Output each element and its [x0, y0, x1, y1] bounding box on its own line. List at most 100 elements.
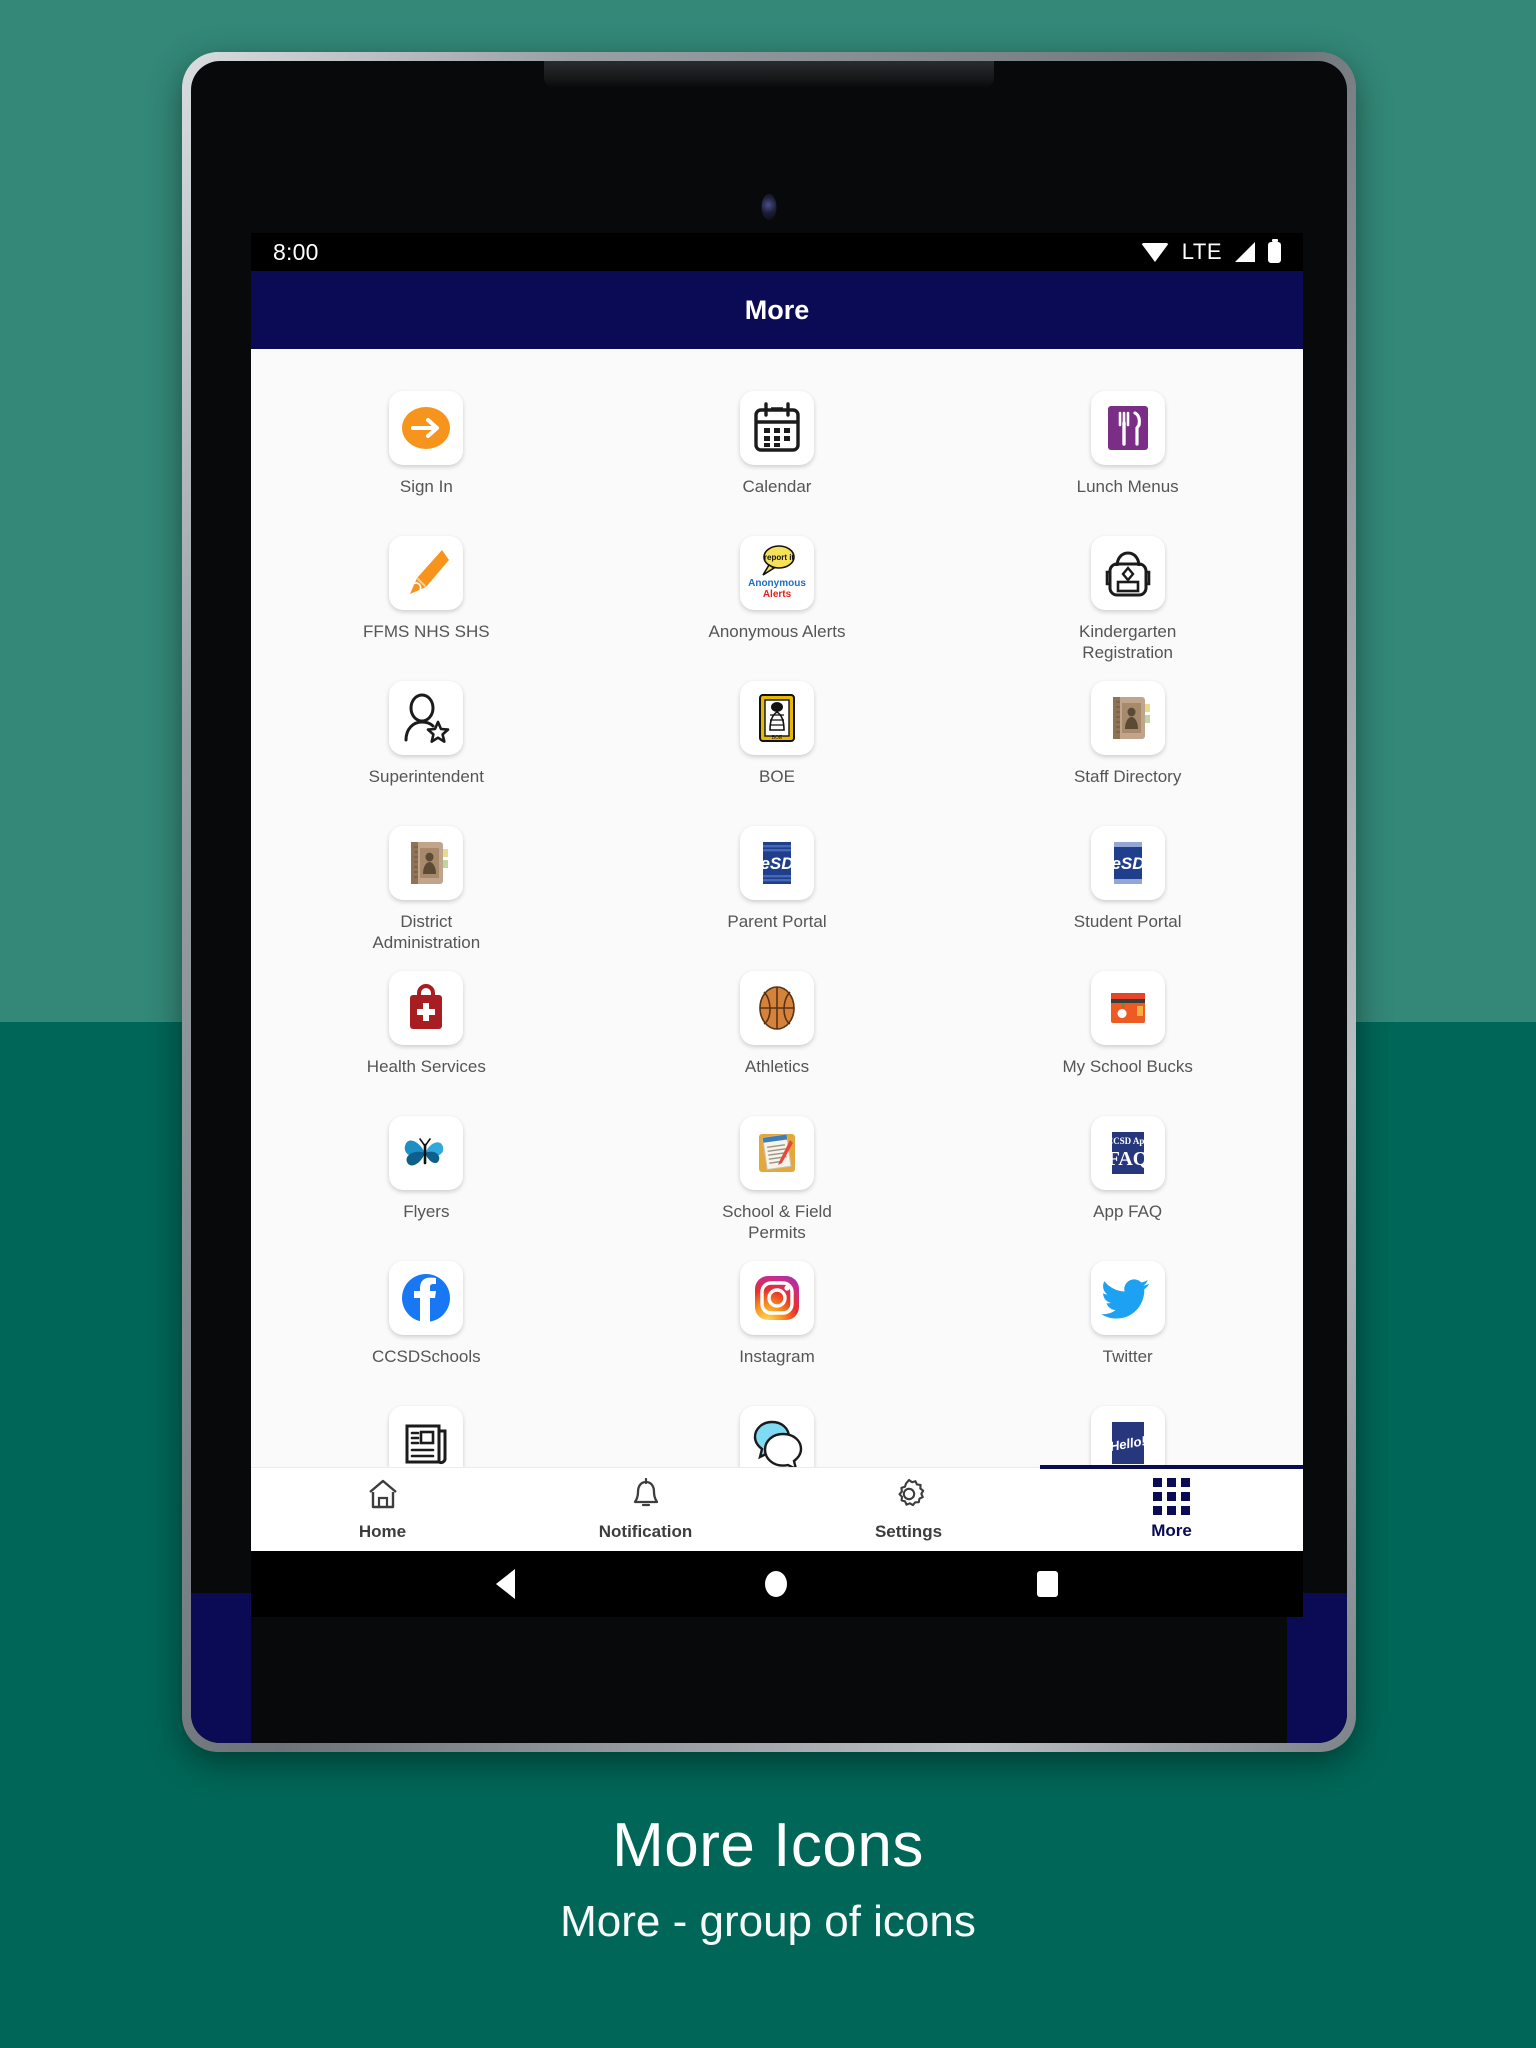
icon-grid-scroll-area[interactable]: Sign In Calendar Lunch Menus FFMS NHS SH…: [251, 349, 1303, 1467]
grid-item-hello[interactable]: Hello!: [952, 1394, 1303, 1467]
tab-label: Settings: [874, 1522, 943, 1541]
home-button[interactable]: [765, 1571, 787, 1597]
grid-item-parent-portal[interactable]: eSD Parent Portal: [602, 814, 953, 959]
grid-item-label: App FAQ: [1093, 1202, 1163, 1221]
backpack-icon: [1090, 536, 1165, 610]
status-bar: 8:00 LTE: [251, 233, 1303, 271]
grid-item-label: Parent Portal: [727, 912, 827, 931]
grid-item-student-portal[interactable]: eSD Student Portal: [952, 814, 1303, 959]
app-header: More: [251, 271, 1303, 349]
recent-apps-button[interactable]: [1037, 1571, 1058, 1597]
tab-home[interactable]: Home: [251, 1468, 514, 1551]
twitter-icon: [1090, 1261, 1165, 1335]
grid-item-calendar[interactable]: Calendar: [602, 379, 953, 524]
grid-item-athletics[interactable]: Athletics: [602, 959, 953, 1104]
grid-item-chat[interactable]: [602, 1394, 953, 1467]
caption-subtitle: More - group of icons: [560, 1897, 976, 1946]
svg-text:FAQ: FAQ: [1107, 1148, 1148, 1170]
tab-label: Notification: [598, 1522, 693, 1541]
grid-item-label: Instagram: [739, 1347, 815, 1366]
grid-item-district-administration[interactable]: District Administration: [251, 814, 602, 959]
grid-item-news[interactable]: [251, 1394, 602, 1467]
caption-title: More Icons: [612, 1811, 924, 1880]
signal-icon: [1235, 242, 1255, 262]
facebook-icon: [389, 1261, 464, 1335]
basketball-icon: [739, 971, 814, 1045]
svg-text:BOE: BOE: [772, 735, 783, 741]
grid-item-anonymous-alerts[interactable]: report it Anonymous Alerts Anonymous Ale…: [602, 524, 953, 669]
tab-settings[interactable]: Settings: [777, 1468, 1040, 1551]
grid-item-label: Kindergarten Registration: [1078, 622, 1177, 663]
tablet-device-frame: 8:00 LTE More Sign In Calendar Lunch Men…: [182, 52, 1356, 1752]
grid-item-label: Superintendent: [368, 767, 484, 786]
address-book-icon: [1090, 681, 1165, 755]
calendar-icon: [739, 391, 814, 465]
news-icon: [389, 1406, 464, 1467]
grid-item-label: Athletics: [744, 1057, 810, 1076]
grid-item-app-faq[interactable]: CCSD App FAQ App FAQ: [952, 1104, 1303, 1249]
network-type-label: LTE: [1181, 239, 1222, 264]
svg-text:eSD: eSD: [760, 854, 793, 873]
grid-item-ffms-nhs-shs[interactable]: FFMS NHS SHS: [251, 524, 602, 669]
chat-bubbles-icon: [739, 1406, 814, 1467]
grid-item-flyers[interactable]: Flyers: [251, 1104, 602, 1249]
esd-icon: eSD: [739, 826, 814, 900]
svg-text:CCSD App: CCSD App: [1106, 1136, 1149, 1146]
grid-item-label: School & Field Permits: [722, 1202, 832, 1243]
grid-item-boe[interactable]: BOE BOE: [602, 669, 953, 814]
tabbar-navy-fill-left: [191, 1593, 251, 1743]
grid-item-label: Calendar: [742, 477, 812, 496]
bell-icon: [629, 1477, 663, 1516]
back-button[interactable]: [496, 1569, 515, 1599]
grid-item-label: Flyers: [403, 1202, 450, 1221]
grid-item-ccsdschools[interactable]: CCSDSchools: [251, 1249, 602, 1394]
grid-item-label: District Administration: [372, 912, 481, 953]
svg-text:report it: report it: [764, 553, 795, 562]
grid-item-lunch-menus[interactable]: Lunch Menus: [952, 379, 1303, 524]
tab-label: Home: [358, 1522, 407, 1541]
grid-item-label: Student Portal: [1073, 912, 1182, 931]
grid-item-kindergarten-registration[interactable]: Kindergarten Registration: [952, 524, 1303, 669]
grid-item-label: Lunch Menus: [1076, 477, 1179, 496]
speaker-notch: [544, 61, 994, 87]
icon-grid: Sign In Calendar Lunch Menus FFMS NHS SH…: [251, 379, 1303, 1467]
caption-block: More Icons More - group of icons: [0, 1810, 1536, 1947]
grid-item-twitter[interactable]: Twitter: [952, 1249, 1303, 1394]
anonymous-alerts-icon: report it Anonymous Alerts: [739, 536, 814, 610]
grid-item-instagram[interactable]: Instagram: [602, 1249, 953, 1394]
front-camera-icon: [761, 194, 777, 220]
grid-item-label: Twitter: [1102, 1347, 1153, 1366]
wifi-icon: [1140, 242, 1169, 262]
grid-dots-icon: [1153, 1478, 1190, 1515]
medical-bag-icon: [389, 971, 464, 1045]
instagram-icon: [739, 1261, 814, 1335]
android-nav-bar: [251, 1551, 1303, 1617]
board-seal-icon: BOE: [739, 681, 814, 755]
sign-in-icon: [389, 391, 464, 465]
grid-item-my-school-bucks[interactable]: My School Bucks: [952, 959, 1303, 1104]
svg-text:Anonymous: Anonymous: [748, 578, 806, 589]
clipboard-icon: [739, 1116, 814, 1190]
address-book-icon: [389, 826, 464, 900]
page-title: More: [744, 294, 810, 325]
grid-item-health-services[interactable]: Health Services: [251, 959, 602, 1104]
grid-item-staff-directory[interactable]: Staff Directory: [952, 669, 1303, 814]
grid-item-label: CCSDSchools: [372, 1347, 481, 1366]
esd-icon: eSD: [1090, 826, 1165, 900]
grid-item-superintendent[interactable]: Superintendent: [251, 669, 602, 814]
tab-more[interactable]: More: [1040, 1465, 1303, 1551]
grid-item-school-field-permits[interactable]: School & Field Permits: [602, 1104, 953, 1249]
tab-notification[interactable]: Notification: [514, 1468, 777, 1551]
grid-item-label: Anonymous Alerts: [708, 622, 846, 641]
svg-text:Alerts: Alerts: [763, 589, 792, 600]
app-viewport: 8:00 LTE More Sign In Calendar Lunch Men…: [251, 233, 1303, 1617]
status-icon-group: LTE: [1140, 239, 1281, 265]
megaphone-icon: [389, 536, 464, 610]
hello-icon: Hello!: [1090, 1406, 1165, 1467]
butterfly-icon: [389, 1116, 464, 1190]
status-time: 8:00: [273, 238, 319, 265]
tablet-screen: 8:00 LTE More Sign In Calendar Lunch Men…: [191, 61, 1347, 1743]
faq-icon: CCSD App FAQ: [1090, 1116, 1165, 1190]
battery-icon: [1268, 241, 1281, 263]
grid-item-sign-in[interactable]: Sign In: [251, 379, 602, 524]
